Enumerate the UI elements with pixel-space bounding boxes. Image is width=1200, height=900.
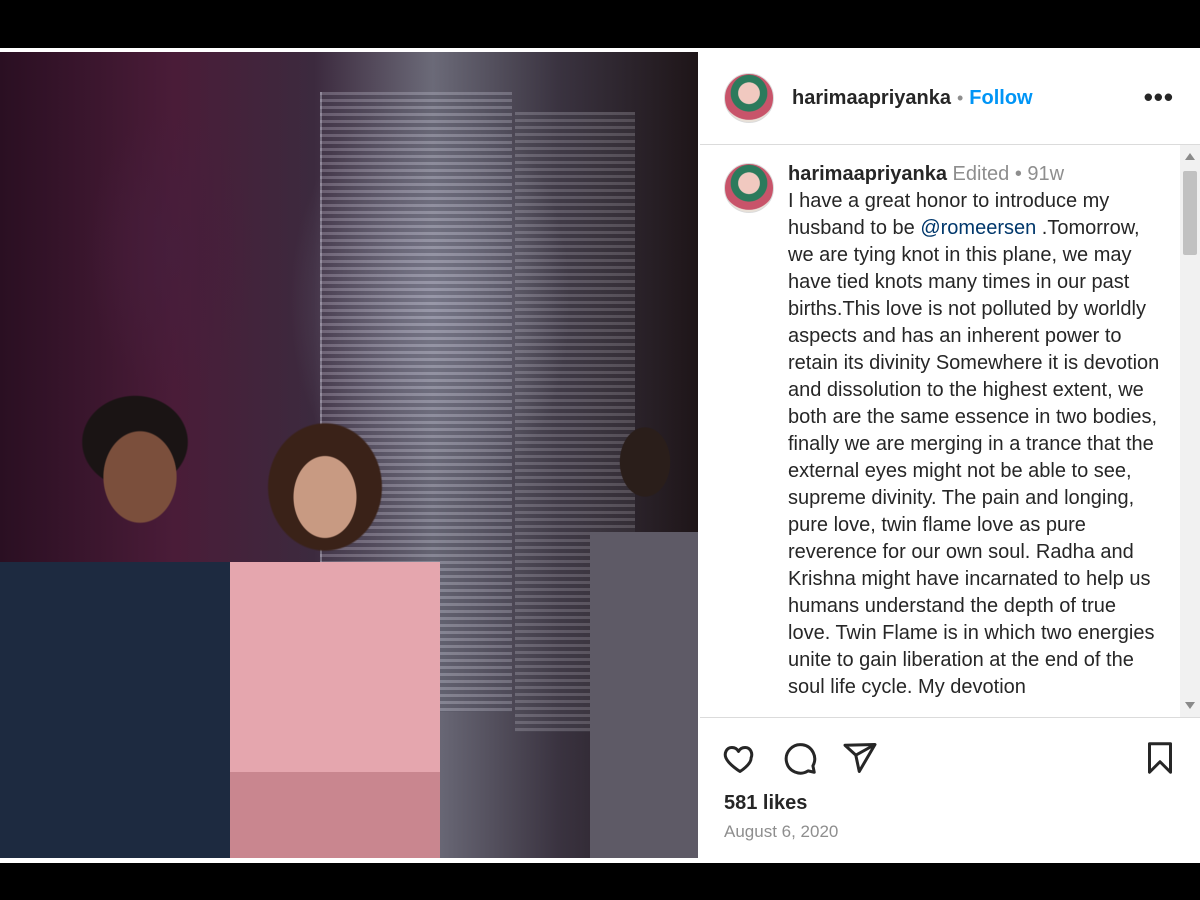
header-username[interactable]: harimaapriyanka xyxy=(792,87,951,110)
scroll-down-arrow-icon[interactable] xyxy=(1185,702,1195,709)
woman-figure xyxy=(230,412,440,858)
heart-icon[interactable] xyxy=(722,740,758,776)
caption-text-rest: .Tomorrow, we are tying knot in this pla… xyxy=(788,217,1160,698)
comment-icon[interactable] xyxy=(782,740,818,776)
header-separator: • xyxy=(956,87,964,108)
post-photo[interactable] xyxy=(0,52,698,858)
paper-plane-icon[interactable] xyxy=(842,740,878,776)
background-person xyxy=(590,392,698,858)
post-header: harimaapriyanka • Follow ••• xyxy=(700,52,1200,145)
avatar[interactable] xyxy=(724,73,774,123)
more-options-icon[interactable]: ••• xyxy=(1144,82,1174,113)
action-bar xyxy=(722,740,1182,776)
likes-count[interactable]: 581 likes xyxy=(724,792,807,815)
mention-link[interactable]: @romeersen xyxy=(920,217,1036,239)
caption-avatar[interactable] xyxy=(724,163,774,213)
caption-body: harimaapriyanka Edited • 91w I have a gr… xyxy=(788,161,1160,701)
post-side-panel: harimaapriyanka • Follow ••• harimaapriy… xyxy=(700,52,1200,858)
caption-username[interactable]: harimaapriyanka xyxy=(788,163,947,185)
post-date[interactable]: August 6, 2020 xyxy=(724,822,838,842)
comments-scrollbar[interactable] xyxy=(1180,145,1200,717)
caption-separator: • xyxy=(1014,163,1022,185)
scrollbar-thumb[interactable] xyxy=(1183,171,1197,255)
comments-area[interactable]: harimaapriyanka Edited • 91w I have a gr… xyxy=(700,145,1180,717)
man-figure xyxy=(0,382,250,858)
caption: harimaapriyanka Edited • 91w I have a gr… xyxy=(724,161,1164,701)
edited-label: Edited xyxy=(952,163,1010,185)
caption-age[interactable]: 91w xyxy=(1027,163,1064,185)
bookmark-icon[interactable] xyxy=(1142,740,1178,776)
post-footer: 581 likes August 6, 2020 xyxy=(700,717,1200,859)
scroll-up-arrow-icon[interactable] xyxy=(1185,153,1195,160)
follow-button[interactable]: Follow xyxy=(969,87,1032,110)
